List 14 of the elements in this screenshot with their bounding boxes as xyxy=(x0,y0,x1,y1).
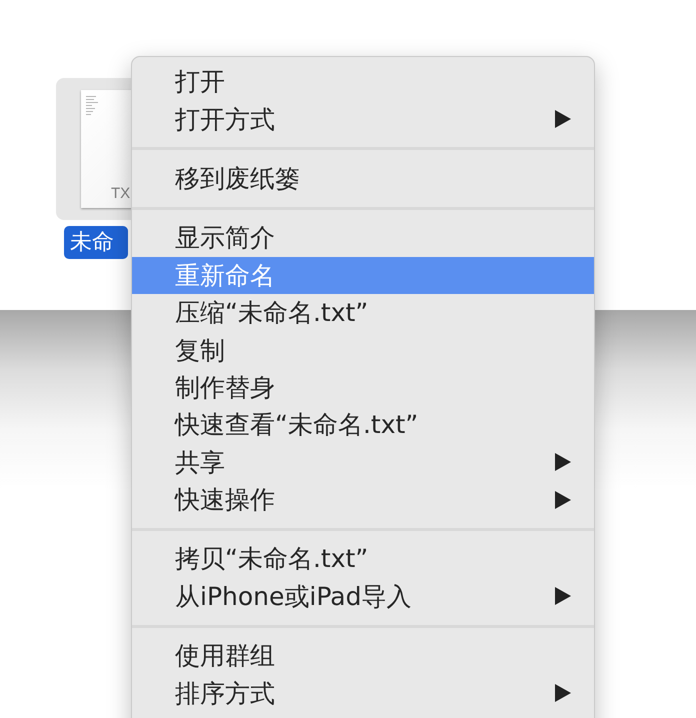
menu-item[interactable]: 排序方式 xyxy=(132,674,594,712)
menu-item[interactable]: 使用群组 xyxy=(132,637,594,674)
menu-item[interactable]: 显示简介 xyxy=(132,219,594,257)
menu-item[interactable]: 制作替身 xyxy=(132,368,594,406)
text-lines-icon xyxy=(86,96,100,118)
file-name-label[interactable]: 未命 xyxy=(64,226,128,259)
menu-item[interactable]: 共享 xyxy=(132,444,594,481)
menu-item[interactable]: 拷贝“未命名.txt” xyxy=(132,540,594,578)
menu-item[interactable]: 压缩“未命名.txt” xyxy=(132,294,594,332)
menu-item[interactable]: 从iPhone或iPad导入 xyxy=(132,578,594,616)
file-type-label: TX xyxy=(111,185,130,202)
menu-item[interactable]: 快速查看“未命名.txt” xyxy=(132,406,594,444)
menu-item[interactable]: 复制 xyxy=(132,331,594,369)
menu-item[interactable]: 快速操作 xyxy=(132,480,594,518)
